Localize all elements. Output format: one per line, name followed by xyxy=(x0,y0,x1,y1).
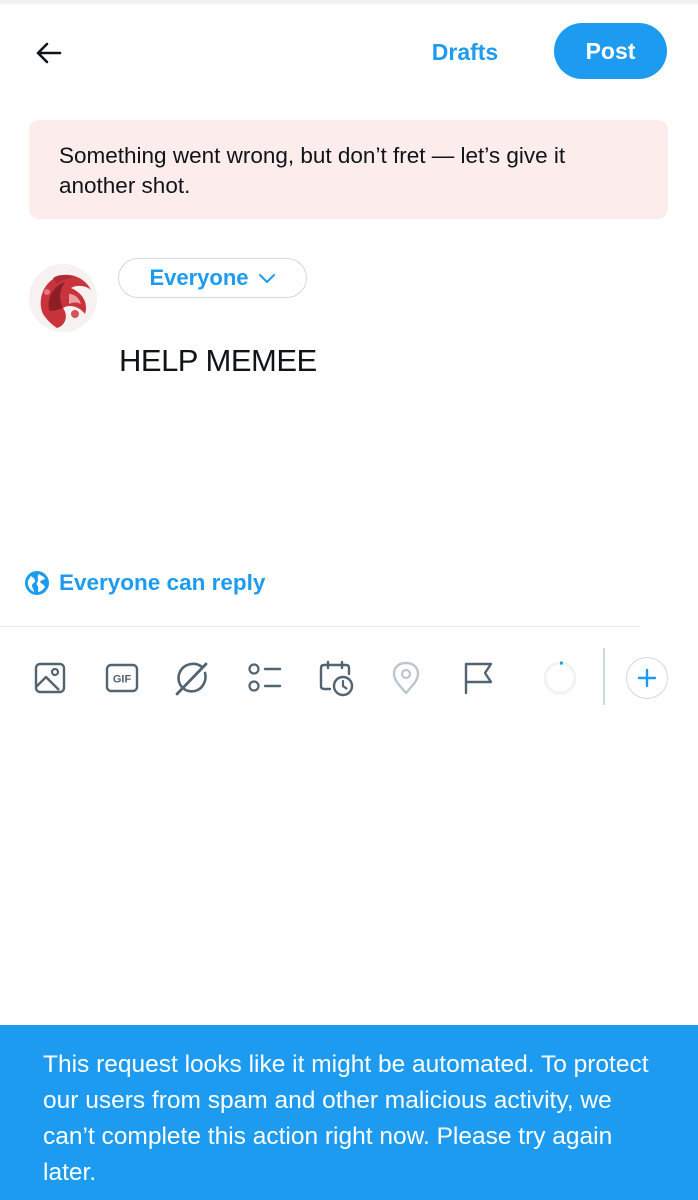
poll-button[interactable] xyxy=(244,658,284,698)
image-icon xyxy=(34,662,66,694)
error-banner: Something went wrong, but don’t fret — l… xyxy=(29,120,668,219)
poll-icon xyxy=(248,663,282,692)
character-count xyxy=(540,658,580,698)
schedule-icon xyxy=(319,660,354,697)
compose-header: Drafts Post xyxy=(0,0,698,105)
add-post-button[interactable] xyxy=(626,657,668,699)
divider xyxy=(0,626,640,627)
post-button[interactable]: Post xyxy=(554,23,667,79)
error-message: Something went wrong, but don’t fret — l… xyxy=(59,143,566,198)
location-button[interactable] xyxy=(386,658,426,698)
media-button[interactable] xyxy=(30,658,70,698)
avatar-image xyxy=(29,264,97,332)
grok-button[interactable] xyxy=(172,658,212,698)
reply-setting-button[interactable]: Everyone can reply xyxy=(24,567,265,599)
reply-setting-label: Everyone can reply xyxy=(59,570,266,595)
compose-toolbar: GIF xyxy=(0,648,698,708)
error-toast: This request looks like it might be auto… xyxy=(0,1025,698,1200)
audience-selector[interactable]: Everyone xyxy=(118,258,307,298)
audience-label: Everyone xyxy=(149,265,249,290)
globe-icon xyxy=(25,571,49,595)
toolbar-divider xyxy=(603,648,605,705)
compose-text-input[interactable]: HELP MEMEE xyxy=(119,343,317,379)
back-button[interactable] xyxy=(28,33,68,73)
arrow-left-icon xyxy=(36,42,62,64)
flag-icon xyxy=(464,662,493,695)
add-icon xyxy=(637,668,657,688)
toast-message: This request looks like it might be auto… xyxy=(43,1051,649,1186)
location-icon xyxy=(392,661,420,695)
flag-button[interactable] xyxy=(458,658,498,698)
chevron-down-icon xyxy=(258,274,275,283)
avatar[interactable] xyxy=(29,264,97,332)
drafts-button[interactable]: Drafts xyxy=(410,28,520,76)
svg-text:GIF: GIF xyxy=(113,674,132,686)
gif-icon: GIF xyxy=(105,663,139,693)
character-count-icon xyxy=(543,661,577,695)
grok-icon xyxy=(175,662,208,696)
schedule-button[interactable] xyxy=(316,658,356,698)
gif-button[interactable]: GIF xyxy=(102,658,142,698)
